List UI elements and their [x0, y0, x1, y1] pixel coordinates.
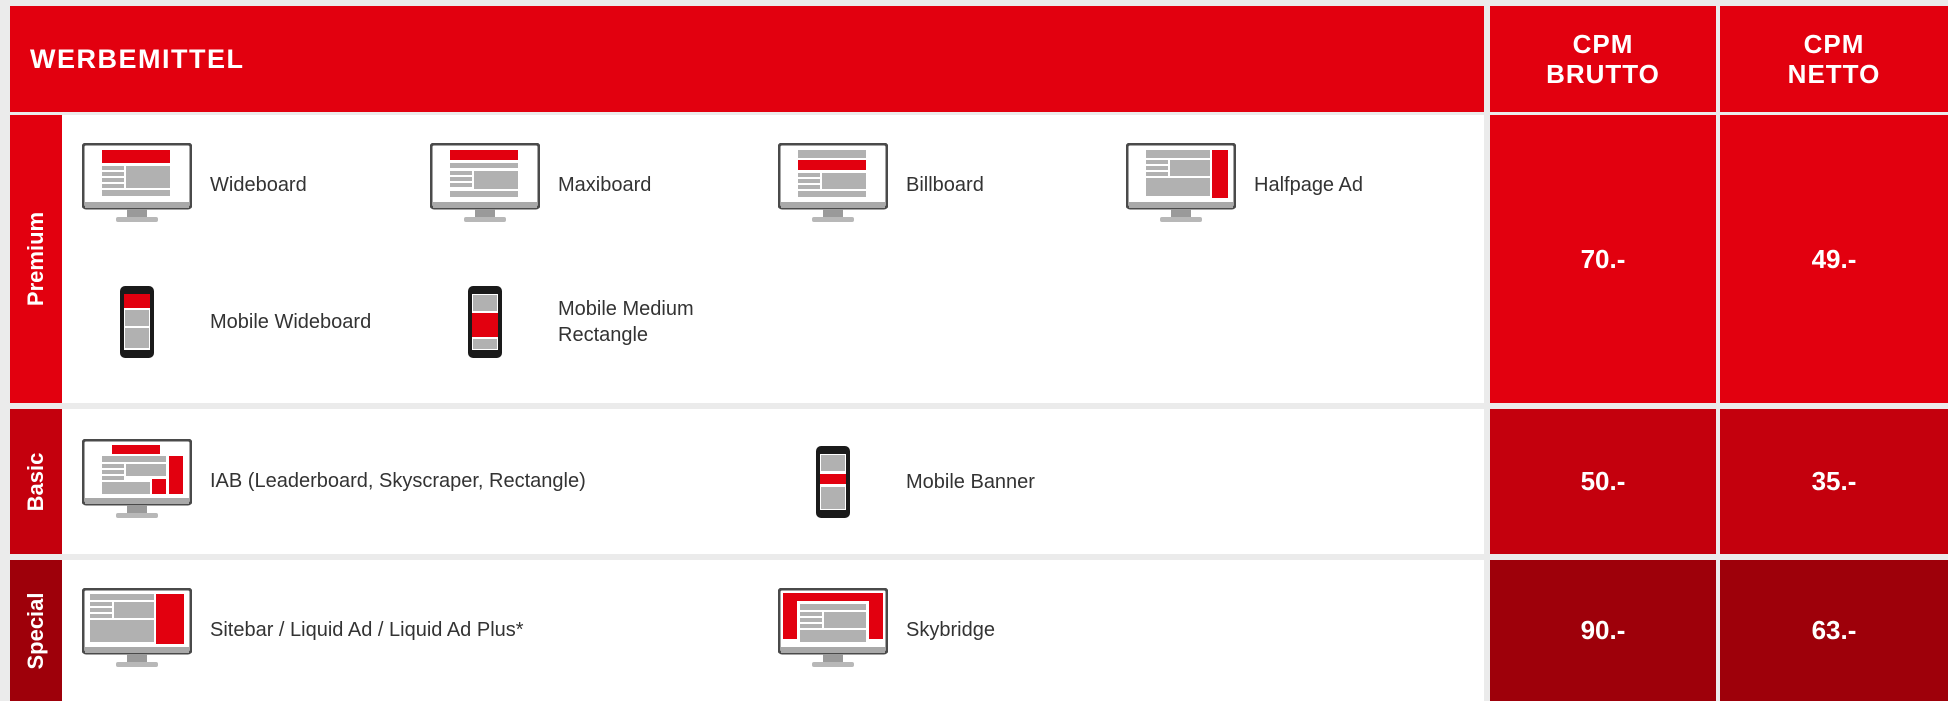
desktop-halfpage-icon: [1126, 143, 1236, 227]
ad-label: Sitebar / Liquid Ad / Liquid Ad Plus*: [210, 619, 524, 641]
row-premium-content: Wideboard Maxiboard Billboard Halfpage A…: [62, 115, 1484, 403]
header-werbemittel: WERBEMITTEL: [10, 6, 1484, 112]
header-brutto-line1: CPM: [1572, 29, 1634, 59]
ad-label: Maxiboard: [558, 174, 652, 196]
price-basic-brutto: 50.-: [1490, 409, 1716, 554]
price-value: 90.-: [1580, 615, 1626, 645]
desktop-skybridge-icon: [778, 588, 888, 672]
category-label: Premium: [23, 211, 48, 307]
ad-item-mobile-banner: Mobile Banner: [778, 445, 1035, 519]
price-value: 35.-: [1811, 466, 1857, 496]
ad-label: Mobile Medium Rectangle: [558, 298, 694, 346]
price-value: 70.-: [1580, 243, 1626, 274]
category-label: Basic: [23, 452, 48, 511]
ad-item-mobile-medium-rectangle: Mobile Medium Rectangle: [430, 285, 718, 359]
ad-label: Halfpage Ad: [1254, 174, 1363, 196]
mobile-wideboard-icon: [82, 285, 192, 359]
price-value: 63.-: [1811, 615, 1857, 645]
ad-label: Skybridge: [906, 619, 995, 641]
desktop-billboard-icon: [778, 143, 888, 227]
ad-label: Mobile Banner: [906, 471, 1035, 493]
ad-item-mobile-wideboard: Mobile Wideboard: [82, 285, 371, 359]
ad-item-maxiboard: Maxiboard: [430, 143, 651, 227]
category-premium: Premium: [10, 115, 62, 403]
ad-label: Mobile Wideboard: [210, 311, 372, 333]
header-cpm-brutto: CPM BRUTTO: [1490, 6, 1716, 112]
desktop-wideboard-icon: [82, 143, 192, 227]
ad-label: Wideboard: [210, 174, 307, 196]
price-value: 49.-: [1811, 243, 1857, 274]
ad-item-halfpage: Halfpage Ad: [1126, 143, 1363, 227]
ad-item-wideboard: Wideboard: [82, 143, 307, 227]
ad-item-sitebar: Sitebar / Liquid Ad / Liquid Ad Plus*: [82, 588, 524, 672]
mobile-medium-rectangle-icon: [430, 285, 540, 359]
price-special-netto: 63.-: [1720, 560, 1948, 701]
header-brutto-line2: BRUTTO: [1546, 59, 1660, 89]
ad-item-iab: IAB (Leaderboard, Skyscraper, Rectangle): [82, 439, 586, 523]
ad-item-billboard: Billboard: [778, 143, 984, 227]
price-special-brutto: 90.-: [1490, 560, 1716, 701]
header-title: WERBEMITTEL: [30, 43, 245, 74]
price-value: 50.-: [1580, 466, 1626, 496]
header-netto-line1: CPM: [1803, 29, 1865, 59]
price-basic-netto: 35.-: [1720, 409, 1948, 554]
header-netto-line2: NETTO: [1787, 59, 1881, 89]
row-basic-content: IAB (Leaderboard, Skyscraper, Rectangle)…: [62, 409, 1484, 554]
ad-label: Billboard: [906, 174, 984, 196]
ad-label: IAB (Leaderboard, Skyscraper, Rectangle): [210, 470, 586, 492]
ad-item-skybridge: Skybridge: [778, 588, 995, 672]
desktop-iab-icon: [82, 439, 192, 523]
price-premium-netto: 49.-: [1720, 115, 1948, 403]
header-cpm-netto: CPM NETTO: [1720, 6, 1948, 112]
price-premium-brutto: 70.-: [1490, 115, 1716, 403]
desktop-maxiboard-icon: [430, 143, 540, 227]
desktop-sitebar-icon: [82, 588, 192, 672]
category-label: Special: [23, 591, 48, 670]
category-basic: Basic: [10, 409, 62, 554]
category-special: Special: [10, 560, 62, 701]
mobile-banner-icon: [778, 445, 888, 519]
row-special-content: Sitebar / Liquid Ad / Liquid Ad Plus* Sk…: [62, 560, 1484, 701]
